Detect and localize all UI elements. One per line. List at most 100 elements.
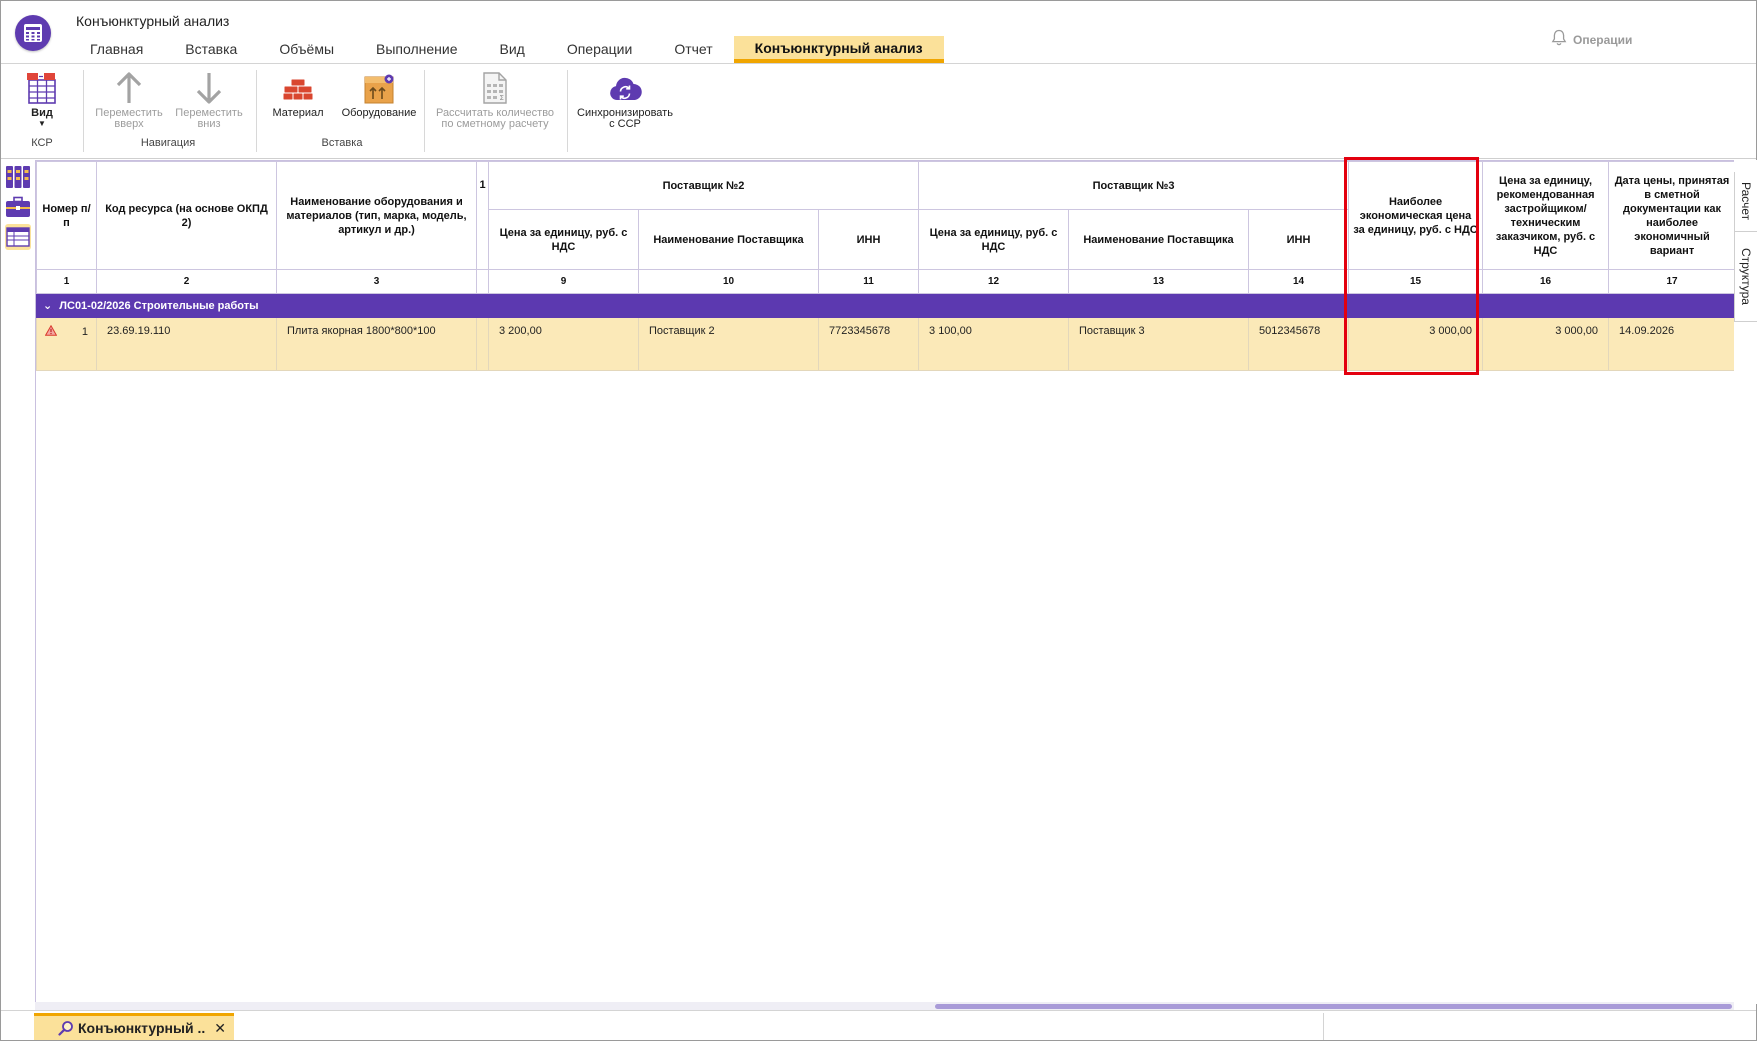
close-icon[interactable]: ✕ [214,1020,226,1037]
ribbon-group-insert: Материал Оборудование Вставка [260,69,424,155]
scrollbar-thumb[interactable] [935,1004,1732,1009]
header-resource-code[interactable]: Код ресурса (на основе ОКПД 2) [96,161,277,270]
column-number: 9 [488,269,639,294]
right-side-tabs: Расчет Структура [1734,160,1757,1004]
left-side-panel [1,160,35,1004]
tab-execution[interactable]: Выполнение [355,36,478,63]
group-label: ЛС01-02/2026 Строительные работы [59,300,259,312]
calculate-quantity-label-2: по сметному расчету [441,118,549,130]
operations-indicator[interactable]: Операции [1551,29,1632,50]
window-title: Конъюнктурный анализ [76,13,230,29]
bricks-icon [282,69,314,105]
document-tab-bar: Конъюнктурный ... ✕ [1,1010,1756,1041]
side-tab-calculation-label: Расчет [1739,182,1753,221]
move-up-label-2: вверх [114,118,144,130]
header-s3-price[interactable]: Цена за единицу, руб. с НДС [918,209,1070,270]
data-grid: Номер п/п Код ресурса (на основе ОКПД 2)… [35,160,1734,1004]
cell-s2-inn[interactable]: 7723345678 [817,317,920,371]
column-number: 15 [1348,269,1484,294]
app-logo-icon[interactable] [15,15,51,51]
column-number: 10 [638,269,819,294]
header-price-date[interactable]: Дата цены, принятая в сметной документац… [1608,161,1734,270]
chevron-down-icon: ▼ [38,119,46,128]
header-recommended-price[interactable]: Цена за единицу, рекомендованная застрой… [1482,161,1610,270]
header-s3-name[interactable]: Наименование Поставщика [1068,209,1250,270]
operations-label: Операции [1573,32,1633,47]
ribbon-group-sync: Синхронизировать с ССР [571,69,679,155]
header-supplier-2[interactable]: Поставщик №2 [487,161,920,210]
ribbon-separator [256,70,257,152]
document-tab-market-analysis[interactable]: Конъюнктурный ... ✕ [34,1013,234,1040]
cell-s3-name[interactable]: Поставщик 3 [1068,317,1250,371]
chevron-down-icon[interactable]: ⌄ [43,299,52,312]
cloud-sync-icon [608,69,642,105]
bell-icon [1551,29,1567,50]
column-number: 17 [1608,269,1734,294]
tab-report[interactable]: Отчет [653,36,733,63]
tab-view[interactable]: Вид [479,36,546,63]
bottom-bar-separator [1323,1013,1324,1040]
material-label: Материал [272,107,324,119]
equipment-label: Оборудование [341,107,417,119]
column-number-row: 1 2 3 9 10 11 12 13 14 15 16 17 [36,269,1734,294]
arrow-up-icon [114,69,144,105]
ribbon: Вид ▼ КСР Переместить вверх Переместить … [1,64,1756,159]
header-partial-column[interactable]: 1 [476,161,489,270]
header-s2-price[interactable]: Цена за единицу, руб. с НДС [488,209,639,270]
ribbon-group-label-navigation: Навигация [140,137,196,149]
table-sheet-icon[interactable] [5,224,31,250]
move-down-button[interactable]: Переместить вниз [171,69,247,130]
sync-ssr-button[interactable]: Синхронизировать с ССР [573,69,677,130]
side-tab-structure-label: Структура [1739,248,1753,305]
view-button[interactable]: Вид ▼ [17,69,67,129]
cell-s3-inn[interactable]: 5012345678 [1248,317,1350,371]
estimate-list-icon[interactable] [5,164,31,190]
header-equipment-name[interactable]: Наименование оборудования и материалов (… [276,161,477,270]
table-row[interactable]: 1 23.69.19.110 Плита якорная 1800*800*10… [36,317,1734,371]
column-number: 1 [36,269,97,294]
cell-s2-price[interactable]: 3 200,00 [488,317,639,371]
header-s2-name[interactable]: Наименование Поставщика [638,209,819,270]
tab-insert[interactable]: Вставка [164,36,258,63]
header-supplier-3[interactable]: Поставщик №3 [918,161,1350,210]
view-button-label: Вид [31,107,53,119]
header-s2-inn[interactable]: ИНН [817,209,920,270]
sync-ssr-label-2: с ССР [609,118,641,130]
header-best-price[interactable]: Наиболее экономическая цена за единицу, … [1348,161,1484,270]
cell-resource-code[interactable]: 23.69.19.110 [96,317,277,371]
warning-icon [44,324,58,339]
material-button[interactable]: Материал [268,69,328,119]
cell-equipment-name[interactable]: Плита якорная 1800*800*100 [276,317,477,371]
cell-recommended-price[interactable]: 3 000,00 [1482,317,1610,371]
calculate-quantity-button[interactable]: Σ Рассчитать количество по сметному расч… [430,69,560,130]
equipment-button[interactable]: Оборудование [336,69,422,119]
side-tab-calculation[interactable]: Расчет [1734,172,1757,232]
row-number: 1 [81,326,88,338]
side-tab-structure[interactable]: Структура [1734,232,1757,322]
tab-home[interactable]: Главная [69,36,164,63]
cell-num[interactable]: 1 [36,317,97,371]
group-row[interactable]: ⌄ ЛС01-02/2026 Строительные работы [36,293,1734,318]
cell-price-date[interactable]: 14.09.2026 [1608,317,1734,371]
header-num[interactable]: Номер п/п [36,161,97,270]
ribbon-separator [567,70,568,152]
move-up-button[interactable]: Переместить вверх [91,69,167,130]
cell-s2-name[interactable]: Поставщик 2 [638,317,819,371]
cell-partial[interactable] [476,317,489,371]
horizontal-scrollbar[interactable] [35,1002,1734,1010]
calculator-sheet-icon: Σ [481,69,509,105]
column-number: 16 [1482,269,1610,294]
magnifier-icon [58,1020,74,1039]
cell-best-price[interactable]: 3 000,00 [1348,317,1484,371]
header-s3-inn[interactable]: ИНН [1248,209,1350,270]
column-number: 11 [817,269,920,294]
document-tab-label: Конъюнктурный ... [78,1020,207,1036]
column-number: 12 [918,269,1070,294]
tab-operations[interactable]: Операции [546,36,654,63]
briefcase-icon[interactable] [5,194,31,220]
cell-s3-price[interactable]: 3 100,00 [918,317,1070,371]
ribbon-tabs: Главная Вставка Объёмы Выполнение Вид Оп… [69,36,944,64]
ribbon-separator [83,70,84,152]
tab-volumes[interactable]: Объёмы [258,36,355,63]
tab-market-analysis[interactable]: Конъюнктурный анализ [733,36,944,63]
